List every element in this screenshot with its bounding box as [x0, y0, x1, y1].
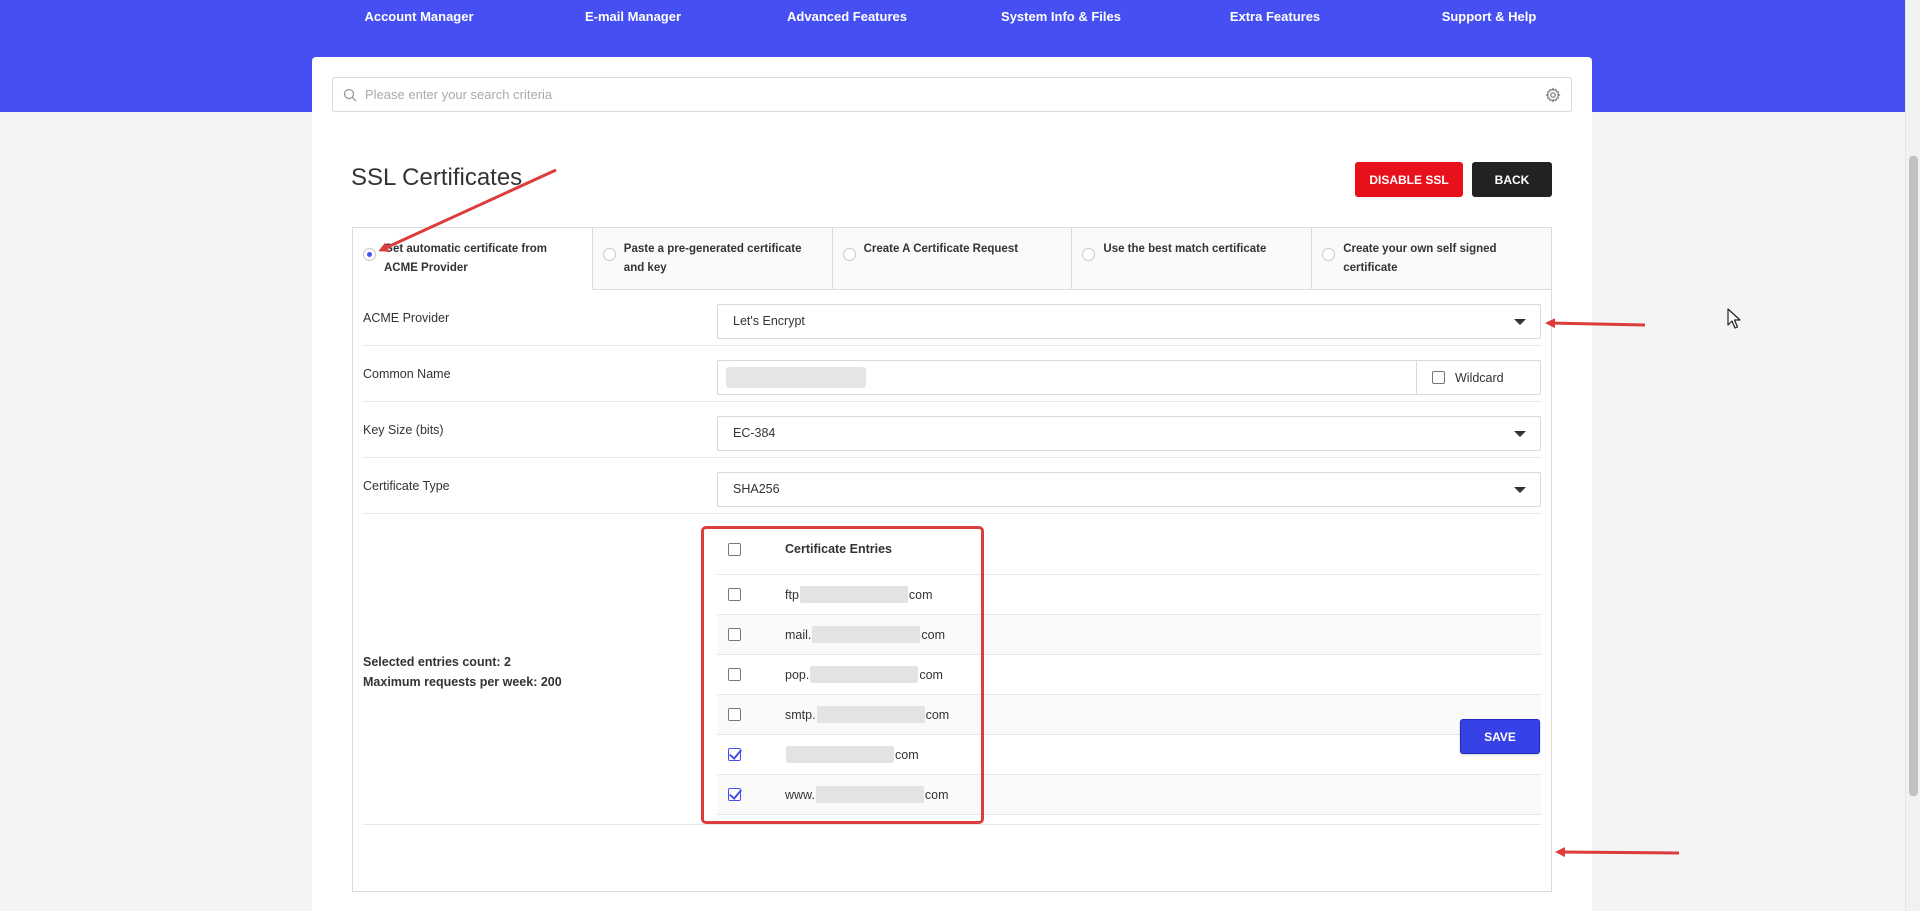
tab-label: Create A Certificate Request — [863, 243, 1019, 255]
entries-header: Certificate Entries — [785, 542, 892, 556]
certificate-type-row: Certificate Type SHA256 — [363, 458, 1541, 514]
entries-summary: Selected entries count: 2 Maximum reques… — [363, 652, 562, 692]
table-header: Certificate Entries — [717, 524, 1541, 575]
entry-hostname: www. com — [785, 786, 949, 803]
table-row: smtp. com — [717, 695, 1541, 735]
key-size-value: EC-384 — [733, 426, 776, 440]
entry-checkbox[interactable] — [728, 708, 741, 721]
certificate-entries-section: Selected entries count: 2 Maximum reques… — [363, 524, 1541, 825]
redacted-value — [726, 367, 866, 388]
search-icon — [343, 88, 357, 101]
acme-provider-row: ACME Provider Let's Encrypt — [363, 290, 1541, 346]
certificate-type-label: Certificate Type — [363, 479, 450, 493]
radio-self-signed[interactable] — [1322, 248, 1336, 261]
key-size-label: Key Size (bits) — [363, 423, 444, 437]
main-nav: Account Manager E-mail Manager Advanced … — [312, 0, 1596, 34]
nav-system-info-files[interactable]: System Info & Files — [954, 0, 1168, 34]
wildcard-option[interactable]: Wildcard — [1416, 360, 1541, 395]
redacted-domain — [815, 786, 924, 803]
tab-paste-certificate[interactable]: Paste a pre-generated certificate and ke… — [592, 228, 833, 290]
ssl-form-panel: Get automatic certificate from ACME Prov… — [352, 227, 1552, 892]
page-title: SSL Certificates — [351, 164, 523, 191]
scrollbar-thumb[interactable] — [1909, 156, 1918, 796]
tab-label: Create your own self signed certificate — [1343, 243, 1497, 274]
certificate-entries-table: Certificate Entries ftp com mail. com pop.… — [717, 524, 1541, 815]
wildcard-checkbox[interactable] — [1432, 371, 1445, 384]
common-name-label: Common Name — [363, 367, 451, 381]
entry-checkbox[interactable] — [728, 788, 741, 801]
radio-paste-certificate[interactable] — [602, 248, 616, 261]
tab-label: Use the best match certificate — [1103, 243, 1267, 255]
tab-acme-provider[interactable]: Get automatic certificate from ACME Prov… — [353, 228, 593, 290]
search-bar — [332, 77, 1572, 112]
certificate-method-tabs: Get automatic certificate from ACME Prov… — [353, 228, 1551, 290]
entry-checkbox[interactable] — [728, 628, 741, 641]
entry-hostname: smtp. com — [785, 706, 950, 723]
common-name-row: Common Name Wildcard — [363, 346, 1541, 402]
entry-checkbox[interactable] — [728, 668, 741, 681]
entry-hostname: com — [785, 746, 919, 763]
save-button[interactable]: SAVE — [1460, 719, 1540, 754]
entry-hostname: pop. com — [785, 666, 943, 683]
acme-provider-label: ACME Provider — [363, 311, 450, 325]
acme-provider-select[interactable]: Let's Encrypt — [717, 304, 1541, 339]
radio-acme-provider[interactable] — [363, 248, 376, 261]
entry-checkbox[interactable] — [728, 748, 741, 761]
gear-icon[interactable] — [1545, 86, 1561, 103]
acme-provider-value: Let's Encrypt — [733, 314, 805, 328]
search-input[interactable] — [365, 87, 1545, 102]
chevron-down-icon — [1514, 319, 1526, 325]
common-name-input[interactable] — [717, 360, 1417, 395]
nav-advanced-features[interactable]: Advanced Features — [740, 0, 954, 34]
chevron-down-icon — [1514, 431, 1526, 437]
page-scrollbar[interactable] — [1905, 0, 1920, 911]
redacted-domain — [816, 706, 925, 723]
redacted-domain — [799, 586, 908, 603]
nav-account-manager[interactable]: Account Manager — [312, 0, 526, 34]
redacted-domain — [786, 746, 894, 763]
nav-support-help[interactable]: Support & Help — [1382, 0, 1596, 34]
table-row: pop. com — [717, 655, 1541, 695]
mouse-cursor-icon — [1727, 308, 1741, 329]
key-size-row: Key Size (bits) EC-384 — [363, 402, 1541, 458]
redacted-domain — [810, 666, 919, 683]
table-row: ftp com — [717, 575, 1541, 615]
main-card: SSL Certificates DISABLE SSL BACK Get au… — [312, 57, 1592, 911]
back-button[interactable]: BACK — [1472, 162, 1552, 197]
table-row: com — [717, 735, 1541, 775]
radio-best-match[interactable] — [1082, 248, 1096, 261]
certificate-type-select[interactable]: SHA256 — [717, 472, 1541, 507]
certificate-type-value: SHA256 — [733, 482, 780, 496]
radio-certificate-request[interactable] — [842, 248, 856, 261]
selected-count: Selected entries count: 2 — [363, 655, 511, 669]
nav-email-manager[interactable]: E-mail Manager — [526, 0, 740, 34]
tab-certificate-request[interactable]: Create A Certificate Request — [832, 228, 1073, 290]
tab-label: Paste a pre-generated certificate and ke… — [623, 243, 802, 274]
tab-self-signed[interactable]: Create your own self signed certificate — [1312, 228, 1551, 290]
table-row: www. com — [717, 775, 1541, 815]
select-all-checkbox[interactable] — [728, 542, 741, 556]
tab-label: Get automatic certificate from ACME Prov… — [384, 243, 547, 274]
entry-hostname: mail. com — [785, 626, 946, 643]
tab-best-match[interactable]: Use the best match certificate — [1072, 228, 1313, 290]
max-requests: Maximum requests per week: 200 — [363, 675, 562, 689]
redacted-domain — [812, 626, 921, 643]
entry-hostname: ftp com — [785, 586, 933, 603]
nav-extra-features[interactable]: Extra Features — [1168, 0, 1382, 34]
wildcard-label: Wildcard — [1455, 370, 1504, 385]
disable-ssl-button[interactable]: DISABLE SSL — [1355, 162, 1463, 197]
chevron-down-icon — [1514, 487, 1526, 493]
table-row: mail. com — [717, 615, 1541, 655]
entry-checkbox[interactable] — [728, 588, 741, 601]
key-size-select[interactable]: EC-384 — [717, 416, 1541, 451]
